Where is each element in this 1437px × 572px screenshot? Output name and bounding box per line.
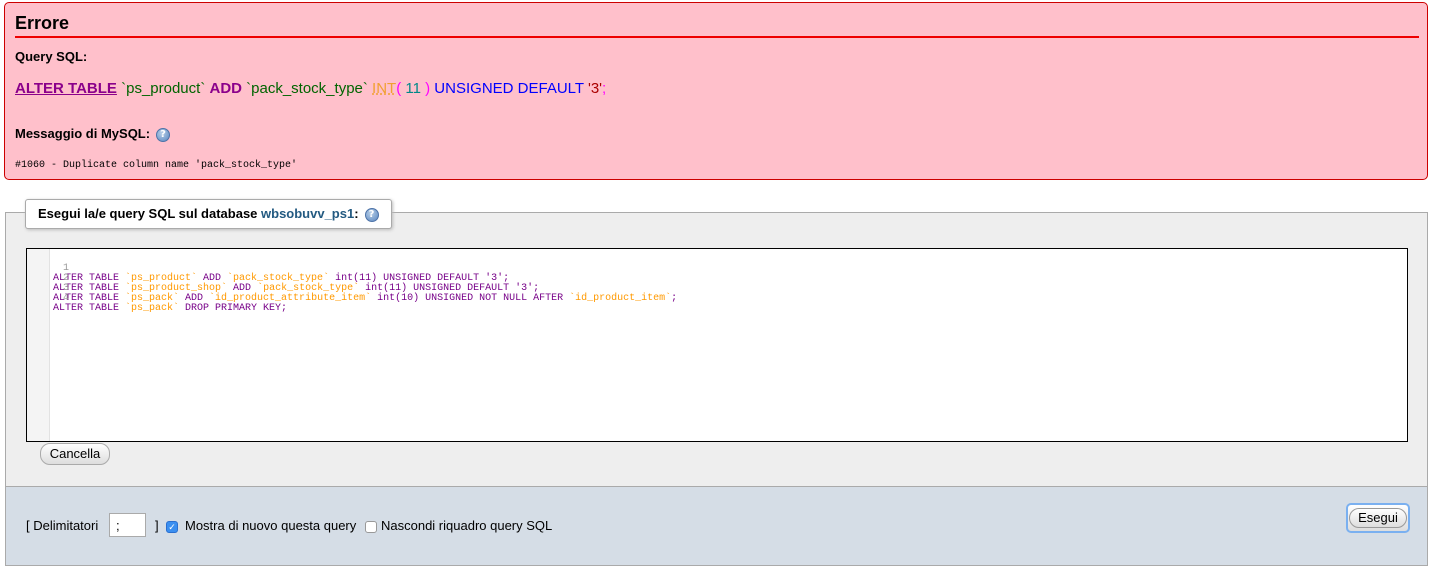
code-line: 4 ALTER TABLE `ps_pack` DROP PRIMARY KEY… [53, 293, 288, 314]
sql-keyword-link[interactable]: ALTER TABLE [15, 80, 117, 97]
sql-paren: ) [420, 80, 431, 97]
sql-type-link[interactable]: INT [372, 80, 396, 97]
mysql-message-label: Messaggio di MySQL:? [15, 126, 171, 142]
hide-query-box-checkbox[interactable] [365, 521, 377, 533]
delimiter-input[interactable] [109, 513, 146, 537]
sql-column-name: `pack_stock_type` [241, 80, 373, 97]
query-sql-label: Query SQL: [15, 49, 88, 64]
code-line: 3 ALTER TABLE `ps_pack` ADD `id_product_… [53, 283, 678, 304]
show-query-again-checkbox[interactable]: ✓ [166, 521, 178, 533]
sql-editor[interactable]: 1 ALTER TABLE `ps_product` ADD `pack_sto… [26, 248, 1408, 442]
hide-query-box-label[interactable]: Nascondi riquadro query SQL [381, 518, 552, 533]
database-name: wbsobuvv_ps1 [261, 206, 355, 221]
sql-number: 11 [405, 80, 421, 97]
delimiter-bracket: ] [155, 518, 159, 533]
error-divider [15, 36, 1419, 38]
sql-keyword: ADD [209, 80, 242, 97]
error-title: Errore [15, 13, 70, 33]
sql-paren: ( [396, 80, 406, 97]
failed-query: ALTER TABLE `ps_product` ADD `pack_stock… [15, 80, 606, 97]
query-panel-legend: Esegui la/e query SQL sul database wbsob… [25, 199, 392, 229]
error-message: #1060 - Duplicate column name 'pack_stoc… [15, 160, 298, 171]
code-line: 1 ALTER TABLE `ps_product` ADD `pack_sto… [53, 263, 510, 284]
sql-keyword: UNSIGNED DEFAULT [430, 80, 588, 97]
show-query-again-label[interactable]: Mostra di nuovo questa query [185, 518, 356, 533]
sql-semicolon: ; [602, 80, 607, 97]
error-box: Errore Query SQL: ALTER TABLE `ps_produc… [4, 2, 1428, 180]
delimiter-label: [ Delimitatori [26, 518, 99, 533]
code-line: 2 ALTER TABLE `ps_product_shop` ADD `pac… [53, 273, 540, 294]
help-icon[interactable]: ? [364, 207, 379, 222]
sql-string: '3' [587, 80, 603, 97]
cancel-button[interactable]: Cancella [40, 443, 110, 465]
help-icon[interactable]: ? [156, 127, 171, 142]
sql-table-name: `ps_product` [116, 80, 210, 97]
run-button[interactable]: Esegui [1346, 503, 1410, 533]
